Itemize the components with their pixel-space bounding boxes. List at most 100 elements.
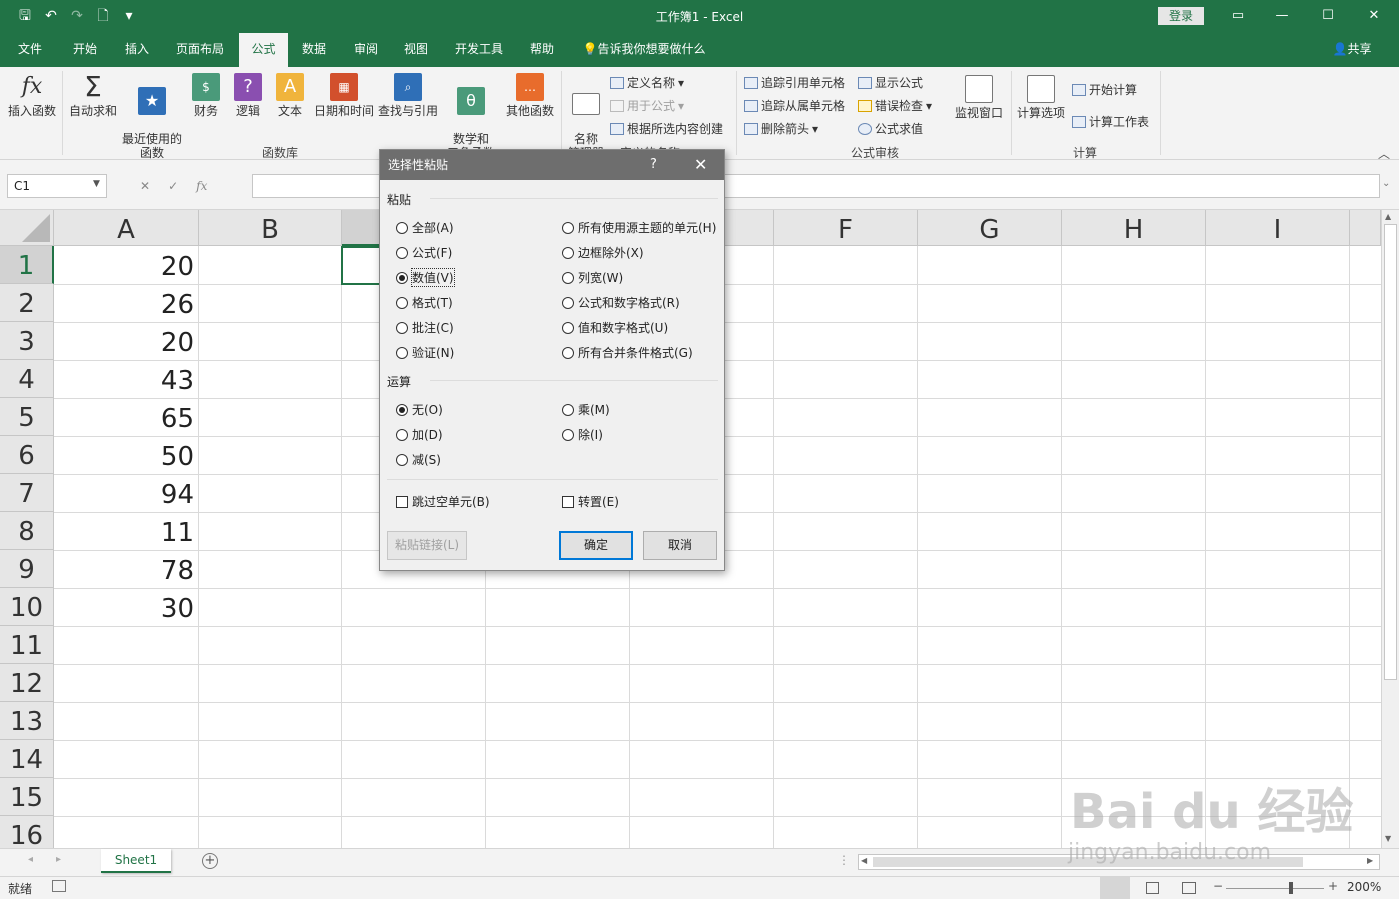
row-header-15[interactable]: 15 — [0, 778, 54, 816]
tab-data[interactable]: 数据 — [292, 33, 336, 67]
text-button[interactable]: A 文本 — [270, 73, 310, 118]
cell-a9[interactable]: 78 — [55, 550, 198, 588]
maximize-icon[interactable]: ☐ — [1318, 6, 1338, 26]
create-from-selection-button[interactable]: 根据所选内容创建 — [610, 120, 723, 137]
scroll-left-icon[interactable]: ◀ — [861, 856, 867, 865]
row-header-1[interactable]: 1 — [0, 246, 54, 284]
show-formulas-button[interactable]: 显示公式 — [858, 74, 923, 91]
minimize-icon[interactable]: — — [1272, 6, 1292, 26]
paste-option-values[interactable]: 数值(V) — [396, 268, 455, 287]
financial-button[interactable]: $ 财务 — [186, 73, 226, 118]
transpose-checkbox[interactable]: 转置(E) — [562, 493, 619, 510]
select-all-corner[interactable] — [0, 210, 54, 246]
operation-none[interactable]: 无(O) — [396, 401, 443, 418]
operation-add[interactable]: 加(D) — [396, 426, 443, 443]
error-checking-button[interactable]: 错误检查 ▾ — [858, 97, 932, 114]
cell-a8[interactable]: 11 — [55, 512, 198, 550]
login-button[interactable]: 登录 — [1158, 7, 1204, 25]
tab-help[interactable]: 帮助 — [520, 33, 564, 67]
paste-option-comments[interactable]: 批注(C) — [396, 319, 454, 336]
paste-option-formats[interactable]: 格式(T) — [396, 294, 453, 311]
paste-option-merge-conditional[interactable]: 所有合并条件格式(G) — [562, 344, 693, 361]
cell-a4[interactable]: 43 — [55, 360, 198, 398]
column-header-i[interactable]: I — [1206, 210, 1350, 246]
vertical-scroll-thumb[interactable] — [1384, 224, 1397, 680]
paste-link-button[interactable]: 粘贴链接(L) — [387, 531, 467, 560]
zoom-out-icon[interactable]: − — [1213, 879, 1223, 893]
vertical-scrollbar[interactable]: ▲ ▼ — [1381, 210, 1399, 848]
row-header-2[interactable]: 2 — [0, 284, 54, 322]
row-header-5[interactable]: 5 — [0, 398, 54, 436]
insert-function-button[interactable]: fx 插入函数 — [4, 73, 60, 118]
cell-a3[interactable]: 20 — [55, 322, 198, 360]
zoom-slider-thumb[interactable] — [1289, 882, 1293, 894]
close-dialog-icon[interactable]: ✕ — [694, 150, 707, 180]
row-header-10[interactable]: 10 — [0, 588, 54, 626]
cell-a5[interactable]: 65 — [55, 398, 198, 436]
calc-sheet-button[interactable]: 计算工作表 — [1072, 113, 1149, 130]
page-layout-view-icon[interactable] — [1146, 882, 1159, 894]
column-header-a[interactable]: A — [54, 210, 199, 246]
operation-multiply[interactable]: 乘(M) — [562, 401, 610, 418]
tab-insert[interactable]: 插入 — [114, 33, 160, 67]
row-header-14[interactable]: 14 — [0, 740, 54, 778]
row-header-3[interactable]: 3 — [0, 322, 54, 360]
insert-function-icon[interactable]: fx — [196, 174, 207, 198]
row-header-4[interactable]: 4 — [0, 360, 54, 398]
column-header-b[interactable]: B — [199, 210, 342, 246]
paste-option-validation[interactable]: 验证(N) — [396, 344, 454, 361]
recent-functions-button[interactable]: ★ 最近使用的 函数 — [120, 73, 184, 174]
cell-a1[interactable]: 20 — [55, 246, 198, 284]
paste-option-values-number-formats[interactable]: 值和数字格式(U) — [562, 319, 668, 336]
confirm-entry-icon[interactable]: ✓ — [168, 174, 178, 198]
evaluate-formula-button[interactable]: 公式求值 — [858, 120, 923, 137]
paste-option-source-theme[interactable]: 所有使用源主题的单元(H) — [562, 219, 716, 236]
autosum-button[interactable]: Σ 自动求和 — [66, 73, 120, 119]
tab-developer[interactable]: 开发工具 — [448, 33, 510, 67]
use-in-formula-button[interactable]: 用于公式 ▾ — [610, 97, 684, 114]
tab-view[interactable]: 视图 — [394, 33, 438, 67]
row-header-11[interactable]: 11 — [0, 626, 54, 664]
zoom-in-icon[interactable]: + — [1328, 879, 1338, 893]
define-name-button[interactable]: 定义名称 ▾ — [610, 74, 684, 91]
sheet-tab-sheet1[interactable]: Sheet1 — [101, 849, 171, 873]
row-header-9[interactable]: 9 — [0, 550, 54, 588]
paste-option-all[interactable]: 全部(A) — [396, 219, 454, 236]
remove-arrows-button[interactable]: 删除箭头 ▾ — [744, 120, 818, 137]
expand-formula-bar-icon[interactable]: ⌄ — [1382, 178, 1390, 189]
zoom-slider[interactable] — [1226, 888, 1324, 889]
lookup-reference-button[interactable]: ⌕ 查找与引用 — [376, 73, 440, 118]
tell-me-search[interactable]: 💡告诉我你想要做什么 — [578, 33, 710, 67]
paste-option-except-borders[interactable]: 边框除外(X) — [562, 244, 644, 261]
next-sheet-icon[interactable]: ▸ — [56, 854, 61, 865]
name-box-dropdown-icon[interactable]: ▼ — [93, 179, 100, 189]
cancel-entry-icon[interactable]: ✕ — [140, 174, 150, 198]
tab-file[interactable]: 文件 — [8, 33, 52, 67]
column-header-f[interactable]: F — [774, 210, 918, 246]
normal-view-icon[interactable] — [1100, 877, 1130, 899]
scroll-right-icon[interactable]: ▶ — [1367, 856, 1373, 865]
column-header-partial[interactable] — [1350, 210, 1381, 246]
skip-blanks-checkbox[interactable]: 跳过空单元(B) — [396, 493, 490, 510]
tab-formulas[interactable]: 公式 — [239, 33, 288, 67]
tab-split-handle[interactable]: ⋮ — [838, 853, 850, 867]
tab-review[interactable]: 审阅 — [344, 33, 388, 67]
row-header-6[interactable]: 6 — [0, 436, 54, 474]
more-functions-button[interactable]: … 其他函数 — [502, 73, 558, 118]
date-time-button[interactable]: ▦ 日期和时间 — [312, 73, 376, 118]
column-header-h[interactable]: H — [1062, 210, 1206, 246]
row-header-8[interactable]: 8 — [0, 512, 54, 550]
operation-divide[interactable]: 除(I) — [562, 426, 603, 443]
row-header-16[interactable]: 16 — [0, 816, 54, 848]
calc-now-button[interactable]: 开始计算 — [1072, 81, 1137, 98]
close-window-icon[interactable]: ✕ — [1364, 6, 1384, 26]
cell-a2[interactable]: 26 — [55, 284, 198, 322]
scroll-up-icon[interactable]: ▲ — [1385, 212, 1391, 221]
cell-a10[interactable]: 30 — [55, 588, 198, 626]
help-icon[interactable]: ? — [650, 150, 657, 180]
trace-precedents-button[interactable]: 追踪引用单元格 — [744, 74, 845, 91]
cancel-button[interactable]: 取消 — [643, 531, 717, 560]
ribbon-display-icon[interactable]: ▭ — [1228, 6, 1248, 26]
scroll-down-icon[interactable]: ▼ — [1385, 834, 1391, 843]
tab-page-layout[interactable]: 页面布局 — [168, 33, 232, 67]
